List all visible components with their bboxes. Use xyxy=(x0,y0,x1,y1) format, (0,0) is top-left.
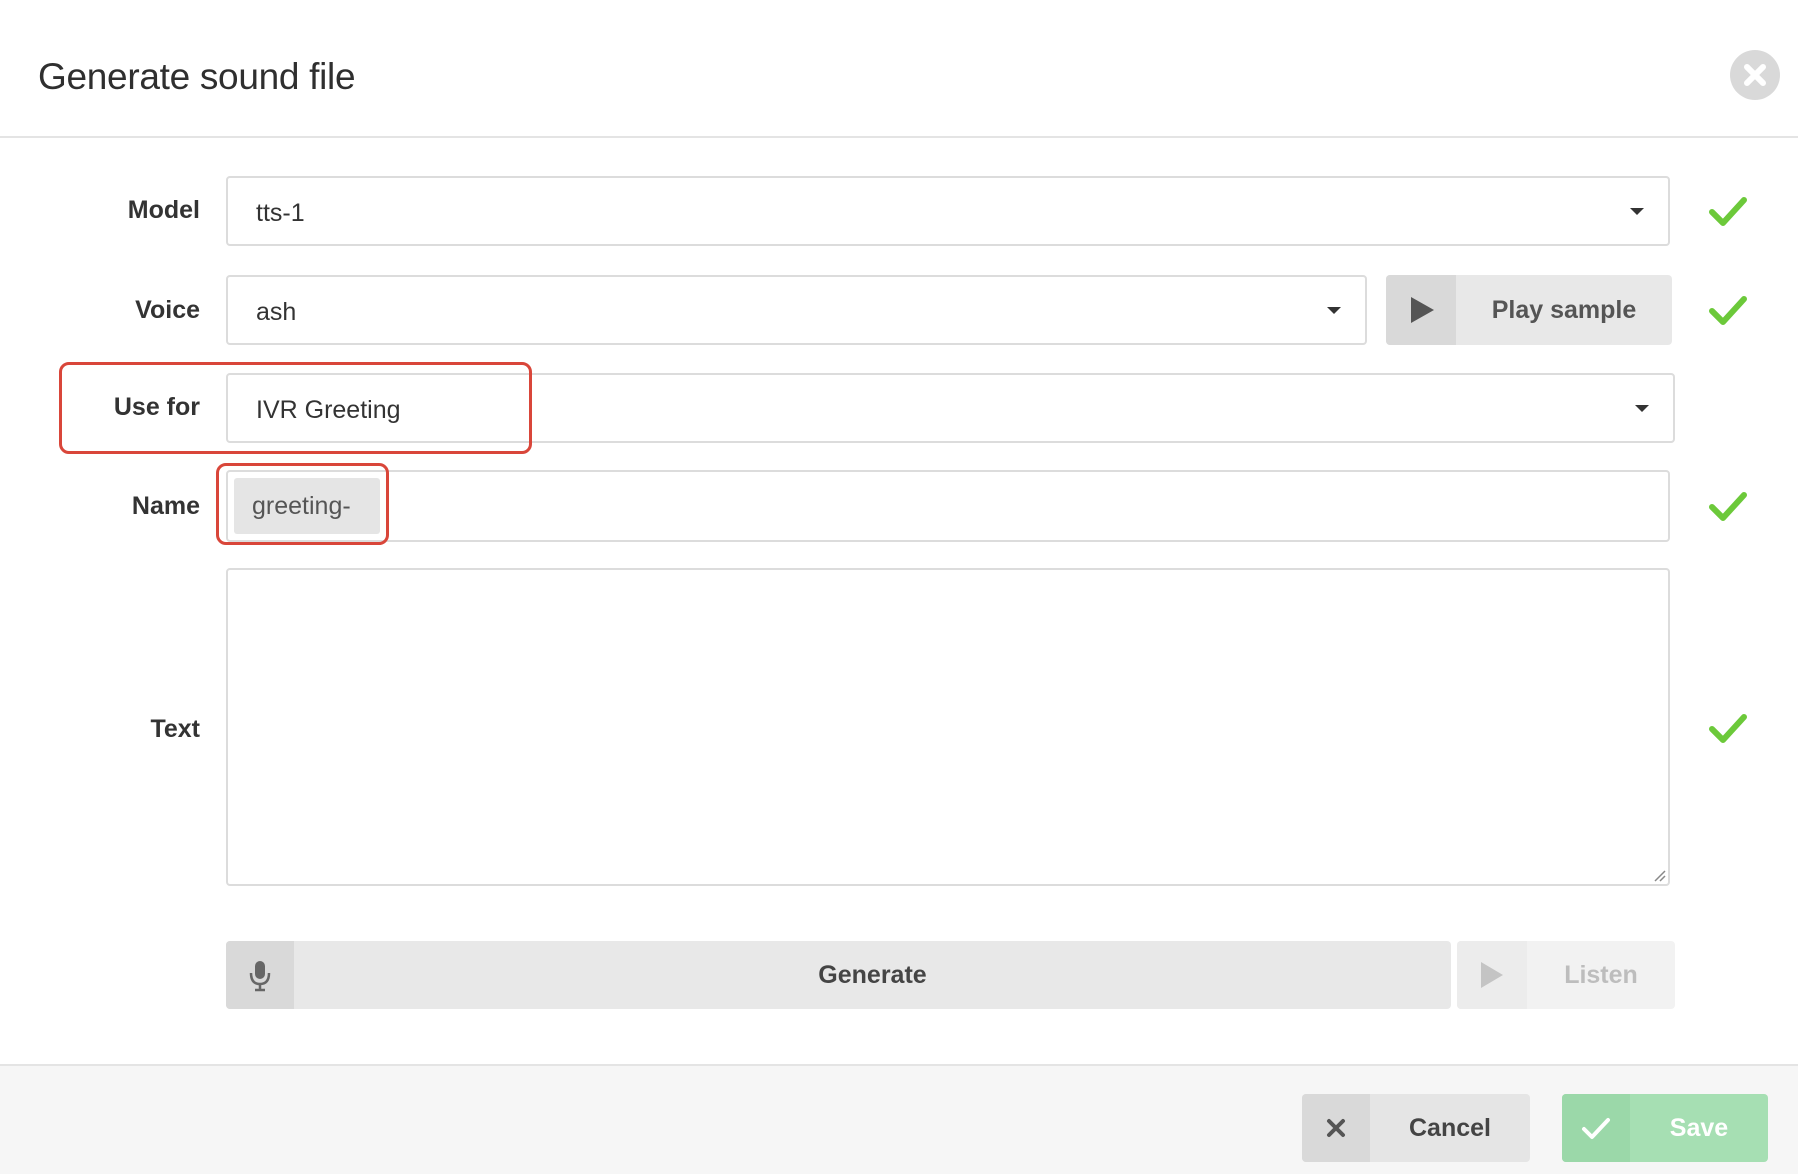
text-area[interactable] xyxy=(226,568,1670,886)
play-sample-label: Play sample xyxy=(1491,295,1637,324)
save-icon-box xyxy=(1562,1094,1630,1162)
voice-select[interactable]: ash xyxy=(226,275,1367,345)
listen-icon-box xyxy=(1457,941,1527,1009)
cancel-button[interactable]: Cancel xyxy=(1302,1094,1530,1162)
name-prefix-text: greeting- xyxy=(252,492,351,520)
play-icon xyxy=(1411,297,1434,323)
checkmark-icon xyxy=(1709,714,1747,743)
listen-button[interactable]: Listen xyxy=(1457,941,1675,1009)
model-select-value: tts-1 xyxy=(256,199,305,227)
text-label: Text xyxy=(150,715,200,743)
dialog-footer: Cancel Save xyxy=(0,1064,1798,1174)
model-label: Model xyxy=(127,196,200,224)
resize-handle-icon[interactable] xyxy=(1650,866,1666,882)
use-for-select[interactable]: IVR Greeting xyxy=(226,373,1675,443)
play-icon xyxy=(1481,962,1503,988)
dialog-title: Generate sound file xyxy=(38,56,356,97)
save-button[interactable]: Save xyxy=(1562,1094,1768,1162)
save-label: Save xyxy=(1669,1113,1729,1142)
checkmark-icon xyxy=(1582,1118,1610,1139)
name-field[interactable]: greeting- xyxy=(226,470,1670,542)
generate-sound-dialog: Generate sound file Model tts-1 Voice as… xyxy=(0,0,1798,1174)
use-for-select-value: IVR Greeting xyxy=(256,396,401,424)
close-button[interactable] xyxy=(1730,50,1780,100)
listen-label: Listen xyxy=(1564,960,1638,989)
caret-down-icon xyxy=(1635,405,1649,412)
checkmark-icon xyxy=(1709,197,1747,226)
checkmark-icon xyxy=(1709,296,1747,325)
generate-button[interactable]: Generate xyxy=(226,941,1451,1009)
generate-icon-box xyxy=(226,941,294,1009)
name-label: Name xyxy=(131,492,200,520)
use-for-label: Use for xyxy=(113,393,200,421)
dialog-header: Generate sound file xyxy=(0,0,1798,138)
voice-select-value: ash xyxy=(256,298,297,326)
checkmark-icon xyxy=(1709,492,1747,521)
caret-down-icon xyxy=(1327,307,1341,314)
play-sample-button[interactable]: Play sample xyxy=(1386,275,1672,345)
microphone-icon xyxy=(249,961,271,992)
cancel-label: Cancel xyxy=(1409,1113,1491,1142)
voice-label: Voice xyxy=(135,296,200,324)
caret-down-icon xyxy=(1630,208,1644,215)
name-prefix: greeting- xyxy=(234,478,380,534)
x-icon xyxy=(1327,1119,1345,1137)
play-sample-icon-box xyxy=(1386,275,1456,345)
close-icon xyxy=(1744,64,1766,86)
generate-label: Generate xyxy=(818,960,927,989)
model-select[interactable]: tts-1 xyxy=(226,176,1670,246)
cancel-icon-box xyxy=(1302,1094,1370,1162)
